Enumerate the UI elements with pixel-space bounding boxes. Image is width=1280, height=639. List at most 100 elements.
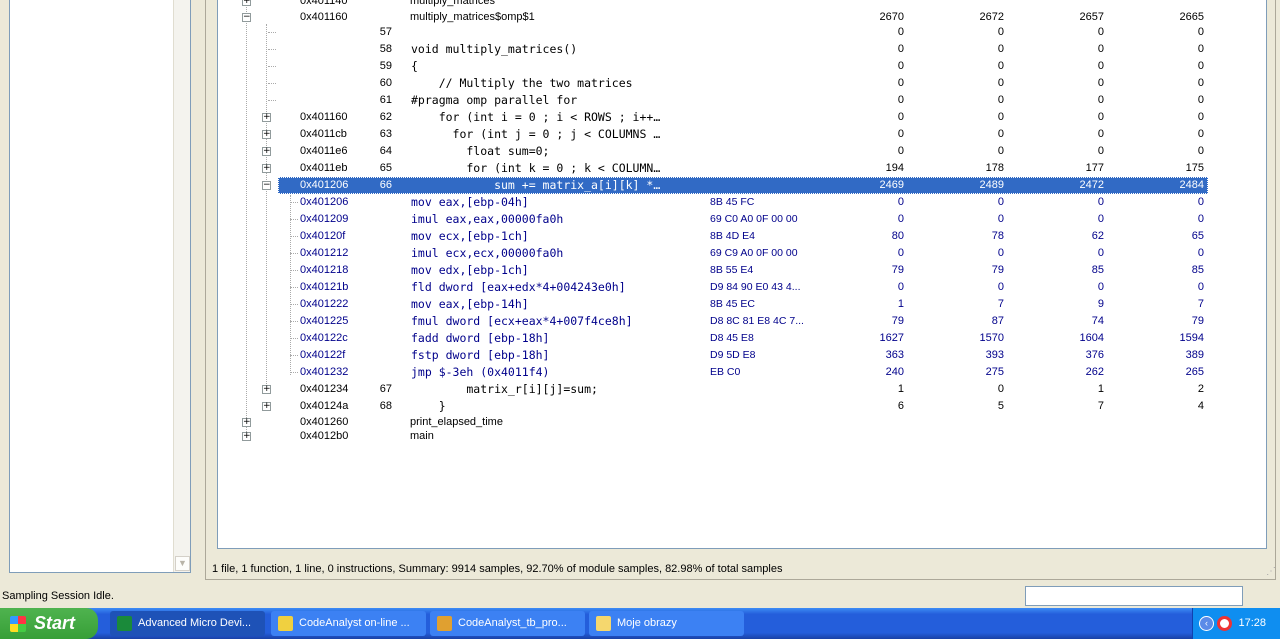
- address: 0x401222: [300, 298, 349, 310]
- collapse-icon[interactable]: −: [262, 181, 271, 190]
- tree-connector: [290, 219, 298, 220]
- source-line-row[interactable]: 57 0 0 0 0: [218, 24, 1266, 41]
- address: 0x401206: [300, 179, 349, 191]
- expand-icon[interactable]: +: [262, 164, 271, 173]
- sample-count: 1: [1097, 383, 1104, 395]
- code-bytes: 8B 55 E4: [710, 264, 754, 276]
- source-line-row[interactable]: +0x401160 62 for (int i = 0 ; i < ROWS ; …: [218, 109, 1266, 126]
- scroll-down-icon[interactable]: ▼: [175, 556, 190, 571]
- taskbar-item[interactable]: CodeAnalyst_tb_pro...: [430, 611, 585, 636]
- source-line-row[interactable]: 58 void multiply_matrices() 0 0 0 0: [218, 41, 1266, 58]
- taskbar-item-label: Moje obrazy: [617, 617, 677, 629]
- code-bytes: D9 5D E8: [710, 349, 756, 361]
- line-number: 59: [379, 60, 392, 72]
- sample-count: 0: [997, 26, 1004, 38]
- instruction-row[interactable]: 0x401232 jmp $-3eh (0x4011f4) EB C0 240 275 2…: [218, 364, 1266, 381]
- instruction-row[interactable]: 0x401206 mov eax,[ebp-04h] 8B 45 FC 0 0 0 0: [218, 194, 1266, 211]
- instruction-row[interactable]: 0x40122c fadd dword [ebp-18h] D8 45 E8 1627…: [218, 330, 1266, 347]
- resize-grip-icon[interactable]: ⋰: [1266, 566, 1276, 577]
- expand-icon[interactable]: +: [242, 418, 251, 427]
- sample-count: 85: [1091, 264, 1104, 276]
- instruction-row[interactable]: 0x401225 fmul dword [ecx+eax*4+007f4ce8h]…: [218, 313, 1266, 330]
- tree-connector: [268, 83, 276, 84]
- code-text: float sum=0;: [411, 144, 550, 158]
- instruction-row[interactable]: 0x40121b fld dword [eax+edx*4+004243e0h] D…: [218, 279, 1266, 296]
- expand-icon[interactable]: +: [242, 0, 251, 6]
- address: 0x401160: [300, 111, 348, 123]
- expand-icon[interactable]: +: [262, 402, 271, 411]
- source-line-row[interactable]: +0x40124a 68 } 6 5 7 4: [218, 398, 1266, 415]
- expand-icon[interactable]: +: [262, 147, 271, 156]
- sample-count: 0: [1197, 145, 1204, 157]
- source-line-row[interactable]: 59 {0 0 0 0: [218, 58, 1266, 75]
- source-line-row[interactable]: 60 // Multiply the two matrices 0 0 0 0: [218, 75, 1266, 92]
- source-line-row[interactable]: − 0x401206 66 sum += matrix_a[i][k] *… 2469…: [218, 177, 1266, 194]
- code-text: for (int i = 0 ; i < ROWS ; i++…: [411, 110, 661, 124]
- sample-count: 0: [997, 213, 1004, 225]
- tree-connector: [290, 338, 298, 339]
- source-line-row[interactable]: +0x4011cb 63 for (int j = 0 ; j < COLUMNS…: [218, 126, 1266, 143]
- tree-connector: [290, 304, 298, 305]
- tree-connector: [290, 355, 298, 356]
- instruction-row[interactable]: 0x401222 mov eax,[ebp-14h] 8B 45 EC 1 7 9 7: [218, 296, 1266, 313]
- sample-count: 0: [997, 145, 1004, 157]
- sample-count: 389: [1185, 349, 1204, 361]
- left-scrollbar[interactable]: ▼: [173, 0, 190, 572]
- address: 0x401218: [300, 264, 349, 276]
- address: 0x4011e6: [300, 145, 348, 157]
- expand-icon[interactable]: +: [262, 113, 271, 122]
- code-bytes: 8B 4D E4: [710, 230, 755, 242]
- sample-count: 0: [1097, 213, 1104, 225]
- taskbar-item[interactable]: Advanced Micro Devi...: [110, 611, 265, 636]
- start-button[interactable]: Start: [0, 608, 98, 639]
- sample-count: 262: [1085, 366, 1104, 378]
- status-progress-box: [1025, 586, 1243, 606]
- source-line-row[interactable]: +0x4011e6 64 float sum=0; 0 0 0 0: [218, 143, 1266, 160]
- sample-count: 9: [1097, 298, 1104, 310]
- taskbar-item[interactable]: CodeAnalyst on-line ...: [271, 611, 426, 636]
- expand-icon[interactable]: +: [262, 385, 271, 394]
- start-label: Start: [34, 613, 76, 633]
- sample-count: 0: [1097, 196, 1104, 208]
- instruction-row[interactable]: 0x40122f fstp dword [ebp-18h] D9 5D E8 363 3…: [218, 347, 1266, 364]
- instruction-row[interactable]: 0x401212 imul ecx,ecx,00000fa0h 69 C9 A0 0…: [218, 245, 1266, 262]
- line-number: 68: [379, 400, 392, 412]
- windows-logo-icon: [10, 616, 26, 632]
- function-row[interactable]: +0x4012b0 main: [218, 428, 1266, 445]
- instruction-row[interactable]: 0x401209 imul eax,eax,00000fa0h 69 C0 A0 0…: [218, 211, 1266, 228]
- address: 0x401234: [300, 383, 349, 395]
- line-number: 66: [379, 179, 392, 191]
- sample-count: 0: [897, 196, 904, 208]
- sample-count: 74: [1091, 315, 1104, 327]
- address: 0x4011eb: [300, 162, 348, 174]
- sample-count: 0: [1097, 281, 1104, 293]
- taskbar-item[interactable]: Moje obrazy: [589, 611, 744, 636]
- source-line-row[interactable]: 61 #pragma omp parallel for 0 0 0 0: [218, 92, 1266, 109]
- chevron-left-icon[interactable]: ‹: [1199, 616, 1214, 631]
- sample-count: 0: [1097, 60, 1104, 72]
- instruction-row[interactable]: 0x401218 mov edx,[ebp-1ch] 8B 55 E4 79 79 85 8…: [218, 262, 1266, 279]
- tray-app-icon[interactable]: [1217, 616, 1232, 631]
- tree-connector: [268, 49, 276, 50]
- sample-count: 0: [897, 43, 904, 55]
- address: 0x4011cb: [300, 128, 347, 140]
- source-line-row[interactable]: +0x401234 67 matrix_r[i][j]=sum; 1 0 1 2: [218, 381, 1266, 398]
- instruction-row[interactable]: 0x40120f mov ecx,[ebp-1ch] 8B 4D E4 80 78 62 6…: [218, 228, 1266, 245]
- source-tree-view[interactable]: +0x401140 multiply_matrices −0x401160 multi…: [217, 0, 1267, 549]
- sample-count: 0: [997, 281, 1004, 293]
- line-number: 63: [379, 128, 392, 140]
- line-number: 57: [379, 26, 392, 38]
- tree-connector: [290, 372, 298, 373]
- system-tray: ‹ 17:28: [1192, 608, 1280, 639]
- code-text: fstp dword [ebp-18h]: [411, 348, 550, 362]
- sample-count: 265: [1185, 366, 1204, 378]
- sample-count: 0: [1197, 196, 1204, 208]
- sample-count: 177: [1085, 162, 1104, 174]
- expand-icon[interactable]: +: [242, 432, 251, 441]
- expand-icon[interactable]: +: [262, 130, 271, 139]
- source-line-row[interactable]: +0x4011eb 65 for (int k = 0 ; k < COLUMN……: [218, 160, 1266, 177]
- code-text: matrix_r[i][j]=sum;: [411, 382, 598, 396]
- sample-count: 393: [985, 349, 1004, 361]
- code-text: mov eax,[ebp-14h]: [411, 297, 529, 311]
- collapse-icon[interactable]: −: [242, 13, 251, 22]
